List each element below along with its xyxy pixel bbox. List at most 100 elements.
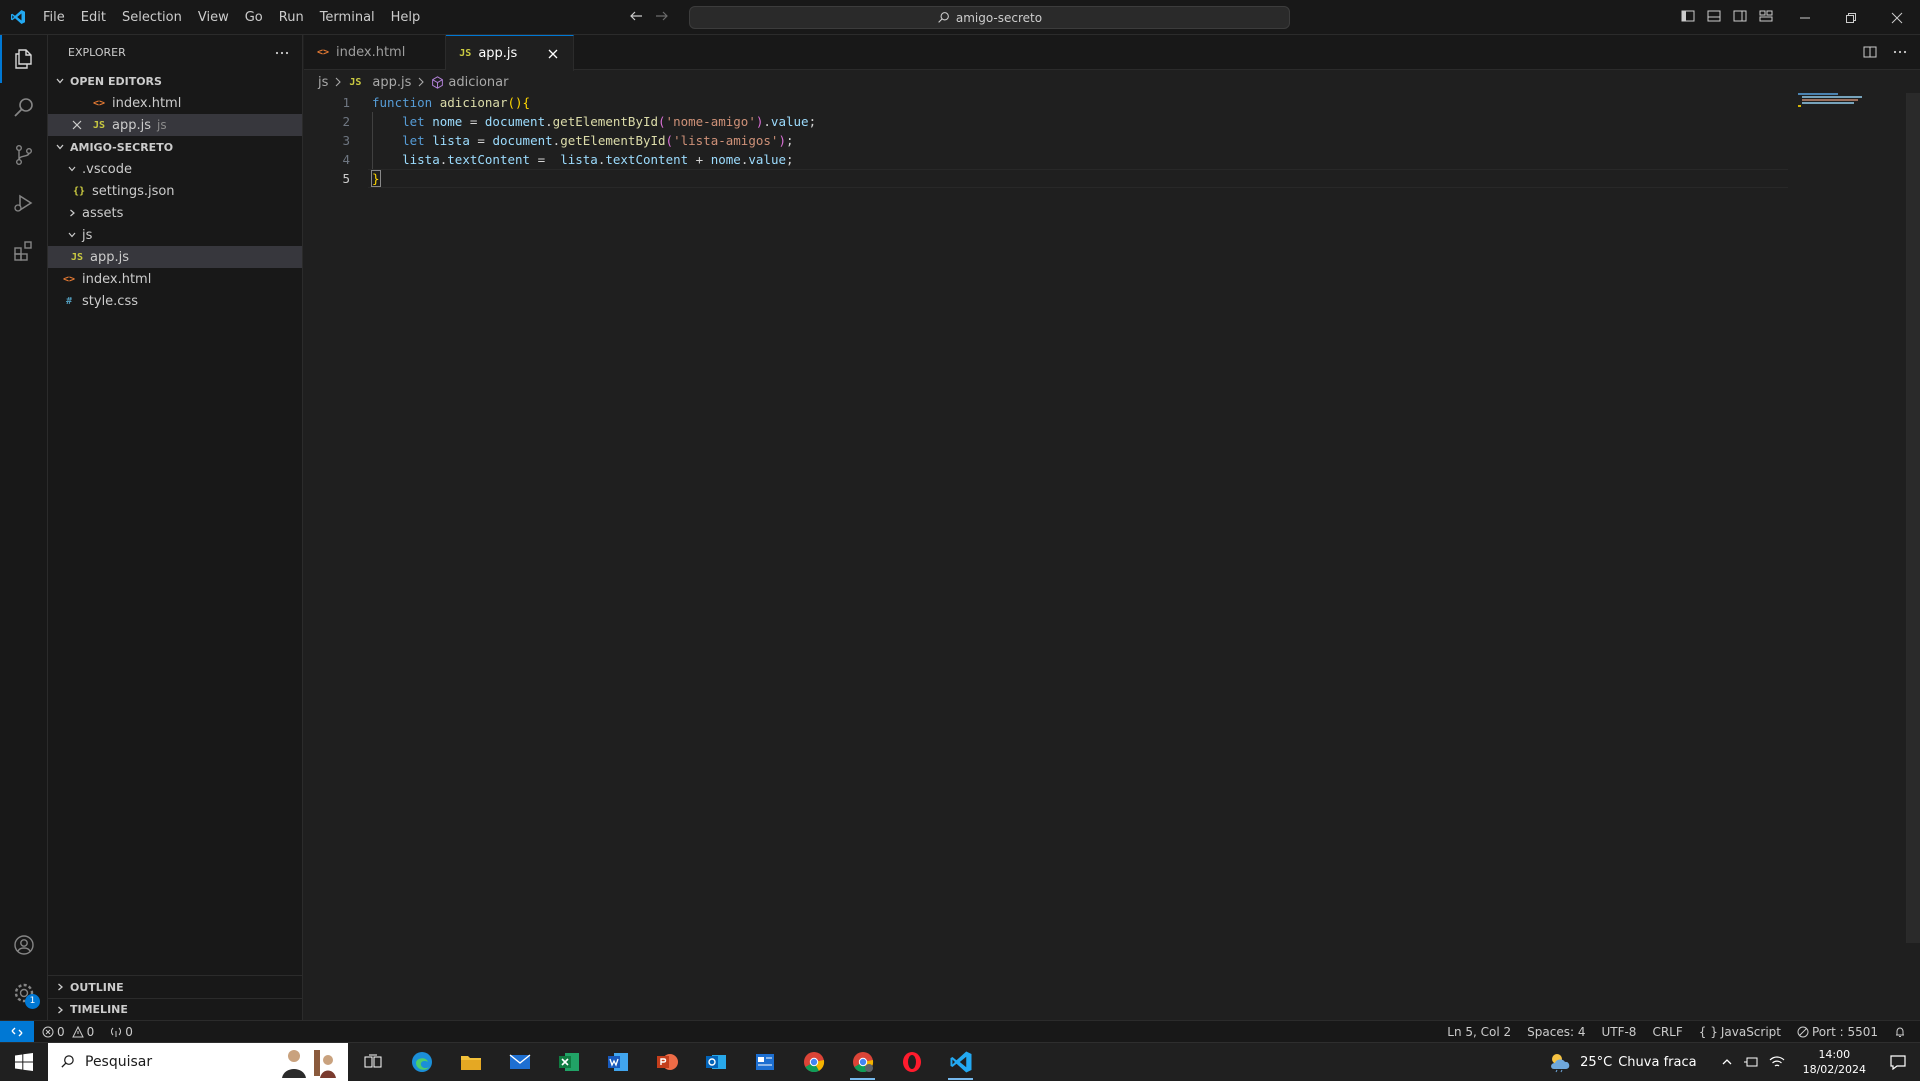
open-editors-section[interactable]: OPEN EDITORS <box>48 70 302 92</box>
tab-app-js[interactable]: JS app.js <box>446 35 575 71</box>
split-editor-icon[interactable] <box>1862 44 1878 60</box>
more-actions-icon[interactable] <box>274 45 290 61</box>
tree-folder-vscode[interactable]: .vscode <box>48 158 302 180</box>
close-icon[interactable] <box>72 120 86 130</box>
ports-count: 0 <box>125 1024 133 1039</box>
powerpoint-icon[interactable] <box>642 1043 691 1081</box>
code-editor[interactable]: 1 function adicionar(){ 2 let nome = doc… <box>304 93 1920 1020</box>
code-line: 2 let nome = document.getElementById('no… <box>304 112 816 131</box>
problems-indicator[interactable]: 0 0 <box>34 1025 102 1039</box>
bell-icon[interactable] <box>1886 1026 1914 1038</box>
ports-indicator[interactable]: 0 <box>102 1025 141 1039</box>
antenna-icon <box>110 1026 122 1038</box>
open-editor-label: app.js <box>112 117 151 133</box>
more-actions-icon[interactable] <box>1892 44 1908 60</box>
open-editor-index-html[interactable]: <> index.html <box>48 92 302 114</box>
task-view-icon[interactable] <box>348 1043 397 1081</box>
file-label: settings.json <box>92 183 175 199</box>
weather-desc[interactable]: Chuva fraca <box>1618 1055 1696 1070</box>
close-icon[interactable] <box>545 46 561 62</box>
chrome-icon[interactable] <box>789 1043 838 1081</box>
weather-cloud-icon[interactable] <box>1548 1051 1574 1073</box>
taskbar-search[interactable]: Pesquisar <box>48 1042 348 1081</box>
timeline-section[interactable]: TIMELINE <box>48 998 303 1020</box>
activity-bar: 1 <box>0 35 48 1020</box>
menu-file[interactable]: File <box>35 0 73 35</box>
live-server-port[interactable]: Port : 5501 <box>1789 1025 1886 1039</box>
extensions-icon[interactable] <box>0 227 48 275</box>
vertical-scrollbar[interactable] <box>1906 93 1920 943</box>
menu-run[interactable]: Run <box>271 0 312 35</box>
language-mode[interactable]: { } JavaScript <box>1691 1025 1789 1039</box>
tree-folder-js[interactable]: js <box>48 224 302 246</box>
indentation[interactable]: Spaces: 4 <box>1519 1025 1593 1039</box>
mail-icon[interactable] <box>495 1043 544 1081</box>
minimap[interactable] <box>1794 93 1904 113</box>
edge-browser-icon[interactable] <box>397 1043 446 1081</box>
project-section[interactable]: AMIGO-SECRETO <box>48 136 302 158</box>
breadcrumb-folder[interactable]: js <box>318 75 328 90</box>
tree-file-settings-json[interactable]: {} settings.json <box>48 180 302 202</box>
minimize-icon[interactable] <box>1782 0 1828 35</box>
menu-view[interactable]: View <box>190 0 237 35</box>
breadcrumb-file[interactable]: app.js <box>372 75 411 90</box>
property: value <box>748 152 787 167</box>
breadcrumb-symbol[interactable]: adicionar <box>448 75 508 90</box>
opera-icon[interactable] <box>887 1043 936 1081</box>
weather-temp[interactable]: 25°C <box>1580 1055 1612 1070</box>
open-editors-title: OPEN EDITORS <box>70 74 162 88</box>
status-bar: 0 0 0 Ln 5, Col 2 Spaces: 4 UTF-8 CRLF {… <box>0 1020 1920 1043</box>
toggle-secondary-sidebar-icon[interactable] <box>1732 8 1748 24</box>
search-view-icon[interactable] <box>0 83 48 131</box>
explorer-icon[interactable] <box>0 35 48 83</box>
code-text: let lista = document.getElementById('lis… <box>402 133 794 148</box>
tab-index-html[interactable]: <> index.html <box>304 35 447 70</box>
manage-gear-icon[interactable]: 1 <box>0 969 48 1017</box>
outline-section[interactable]: OUTLINE <box>48 976 303 998</box>
menu-edit[interactable]: Edit <box>73 0 114 35</box>
menu-go[interactable]: Go <box>237 0 271 35</box>
back-arrow-icon[interactable] <box>628 8 644 24</box>
forward-arrow-icon[interactable] <box>654 8 670 24</box>
windows-taskbar: Pesquisar 25°C Chuva fraca 14:00 18/02/2… <box>0 1042 1920 1081</box>
menu-selection[interactable]: Selection <box>114 0 190 35</box>
accounts-icon[interactable] <box>0 921 48 969</box>
notifications-icon[interactable] <box>1876 1054 1920 1070</box>
toggle-panel-icon[interactable] <box>1706 8 1722 24</box>
remote-indicator-icon[interactable] <box>0 1020 34 1043</box>
windows-start-icon[interactable] <box>0 1043 48 1081</box>
css-file-icon: # <box>65 295 73 307</box>
file-explorer-icon[interactable] <box>446 1043 495 1081</box>
menu-help[interactable]: Help <box>383 0 429 35</box>
current-line-highlight <box>368 169 1788 188</box>
clock[interactable]: 14:00 18/02/2024 <box>1793 1047 1876 1077</box>
html-file-icon: <> <box>92 97 106 109</box>
news-app-icon[interactable] <box>740 1043 789 1081</box>
chevron-up-icon[interactable] <box>1721 1056 1733 1068</box>
tab-label: index.html <box>336 45 406 60</box>
network-adapter-icon[interactable] <box>1743 1055 1759 1069</box>
editor-actions <box>1862 44 1908 60</box>
command-center[interactable]: amigo-secreto <box>689 6 1290 29</box>
chrome-profile-icon[interactable] <box>838 1043 887 1081</box>
restore-icon[interactable] <box>1828 0 1874 35</box>
tree-folder-assets[interactable]: assets <box>48 202 302 224</box>
end-of-line[interactable]: CRLF <box>1644 1025 1690 1039</box>
menu-terminal[interactable]: Terminal <box>312 0 383 35</box>
open-editor-app-js[interactable]: JS app.js js <box>48 114 302 136</box>
customize-layout-icon[interactable] <box>1758 8 1774 24</box>
excel-icon[interactable] <box>544 1043 593 1081</box>
word-icon[interactable] <box>593 1043 642 1081</box>
tree-file-app-js[interactable]: JS app.js <box>48 246 302 268</box>
tree-file-style-css[interactable]: # style.css <box>48 290 302 312</box>
vscode-app-icon[interactable] <box>936 1043 985 1081</box>
source-control-icon[interactable] <box>0 131 48 179</box>
encoding[interactable]: UTF-8 <box>1593 1025 1644 1039</box>
wifi-icon[interactable] <box>1769 1055 1785 1069</box>
close-window-icon[interactable] <box>1874 0 1920 35</box>
outlook-icon[interactable] <box>691 1043 740 1081</box>
run-debug-icon[interactable] <box>0 179 48 227</box>
toggle-primary-sidebar-icon[interactable] <box>1680 8 1696 24</box>
cursor-position[interactable]: Ln 5, Col 2 <box>1439 1025 1519 1039</box>
tree-file-index-html[interactable]: <> index.html <box>48 268 302 290</box>
